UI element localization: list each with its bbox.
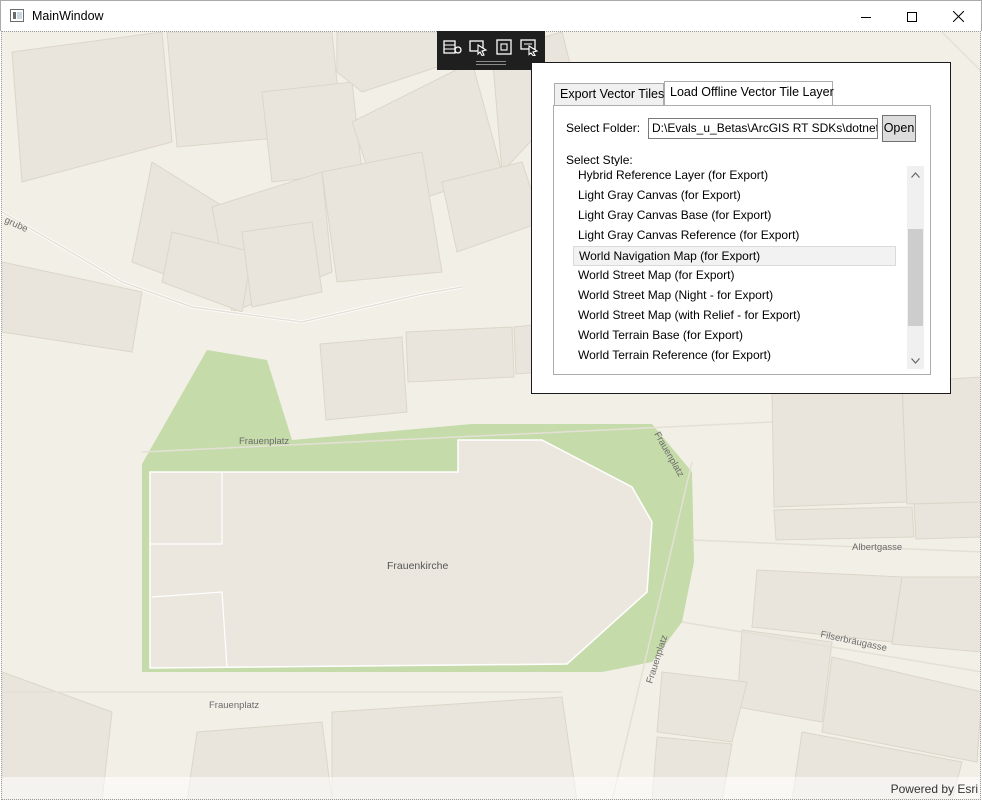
map-label-albertgasse: Albertgasse [852, 542, 902, 553]
attribution-text: Powered by Esri [890, 782, 978, 796]
list-item[interactable]: World Terrain Base (for Export) [573, 326, 896, 346]
map-label-frauenkirche: Frauenkirche [387, 560, 448, 572]
title-bar: MainWindow [0, 0, 982, 31]
building [405, 326, 515, 383]
vector-tile-panel: Export Vector Tiles Load Offline Vector … [531, 62, 951, 394]
tab-export-vector-tiles[interactable]: Export Vector Tiles [554, 83, 664, 105]
list-item[interactable]: World Terrain Reference (for Export) [573, 346, 896, 366]
close-button[interactable] [935, 1, 981, 32]
list-scrollbar[interactable] [907, 166, 924, 369]
open-button[interactable]: Open [882, 115, 916, 142]
frame-icon [496, 39, 512, 55]
map-label-frauenplatz-top: Frauenplatz [239, 436, 289, 447]
list-item[interactable]: Light Gray Canvas Base (for Export) [573, 206, 896, 226]
building [913, 501, 980, 540]
building [656, 671, 748, 743]
map-label-grube: grube [3, 215, 30, 235]
list-item-selected[interactable]: World Navigation Map (for Export) [573, 246, 896, 266]
building [891, 576, 980, 653]
app-icon [10, 9, 24, 22]
multi-select-tool[interactable] [520, 38, 540, 57]
select-cursor-icon [469, 40, 488, 57]
maximize-icon [907, 11, 917, 22]
folder-path-field[interactable]: D:\Evals_u_Betas\ArcGIS RT SDKs\dotnet\Q [648, 118, 878, 139]
building [11, 32, 173, 183]
building [773, 506, 915, 541]
minimize-button[interactable] [843, 1, 889, 32]
select-style-label: Select Style: [566, 153, 633, 167]
chevron-down-icon [911, 357, 920, 364]
scroll-down-button[interactable] [907, 352, 924, 369]
building [901, 376, 980, 505]
list-item[interactable]: Hybrid Reference Layer (for Export) [573, 166, 896, 186]
building [736, 629, 833, 723]
scroll-up-button[interactable] [907, 166, 924, 183]
map-label-frauenplatz-bottom: Frauenplatz [209, 700, 259, 711]
editing-toolbar [437, 31, 545, 70]
list-item[interactable]: Light Gray Canvas Reference (for Export) [573, 226, 896, 246]
scroll-thumb[interactable] [908, 229, 923, 326]
close-icon [952, 11, 964, 22]
chevron-up-icon [911, 171, 920, 178]
select-tool[interactable] [469, 38, 489, 57]
edit-table-icon [443, 40, 462, 54]
toolbar-grip[interactable] [476, 61, 506, 65]
list-item[interactable]: World Street Map (Night - for Export) [573, 286, 896, 306]
attribution-bar: Powered by Esri [2, 777, 980, 799]
building [241, 221, 323, 308]
building [771, 386, 908, 508]
tab-content: Select Folder: D:\Evals_u_Betas\ArcGIS R… [553, 105, 931, 375]
frame-tool[interactable] [495, 38, 515, 56]
list-item[interactable]: World Street Map (with Relief - for Expo… [573, 306, 896, 326]
edit-table-tool[interactable] [443, 38, 463, 56]
list-item[interactable]: Light Gray Canvas (for Export) [573, 186, 896, 206]
building [2, 261, 143, 353]
style-list[interactable]: Hybrid Reference Layer (for Export) Ligh… [573, 166, 924, 369]
list-item[interactable]: World Street Map (for Export) [573, 266, 896, 286]
minimize-icon [861, 16, 871, 18]
multi-select-icon [520, 39, 539, 57]
building [321, 151, 443, 283]
tab-load-offline-vector-tile-layer[interactable]: Load Offline Vector Tile Layer [664, 81, 834, 105]
building [319, 336, 408, 421]
select-folder-label: Select Folder: [566, 121, 641, 135]
window-title: MainWindow [32, 9, 104, 23]
maximize-button[interactable] [889, 1, 935, 32]
